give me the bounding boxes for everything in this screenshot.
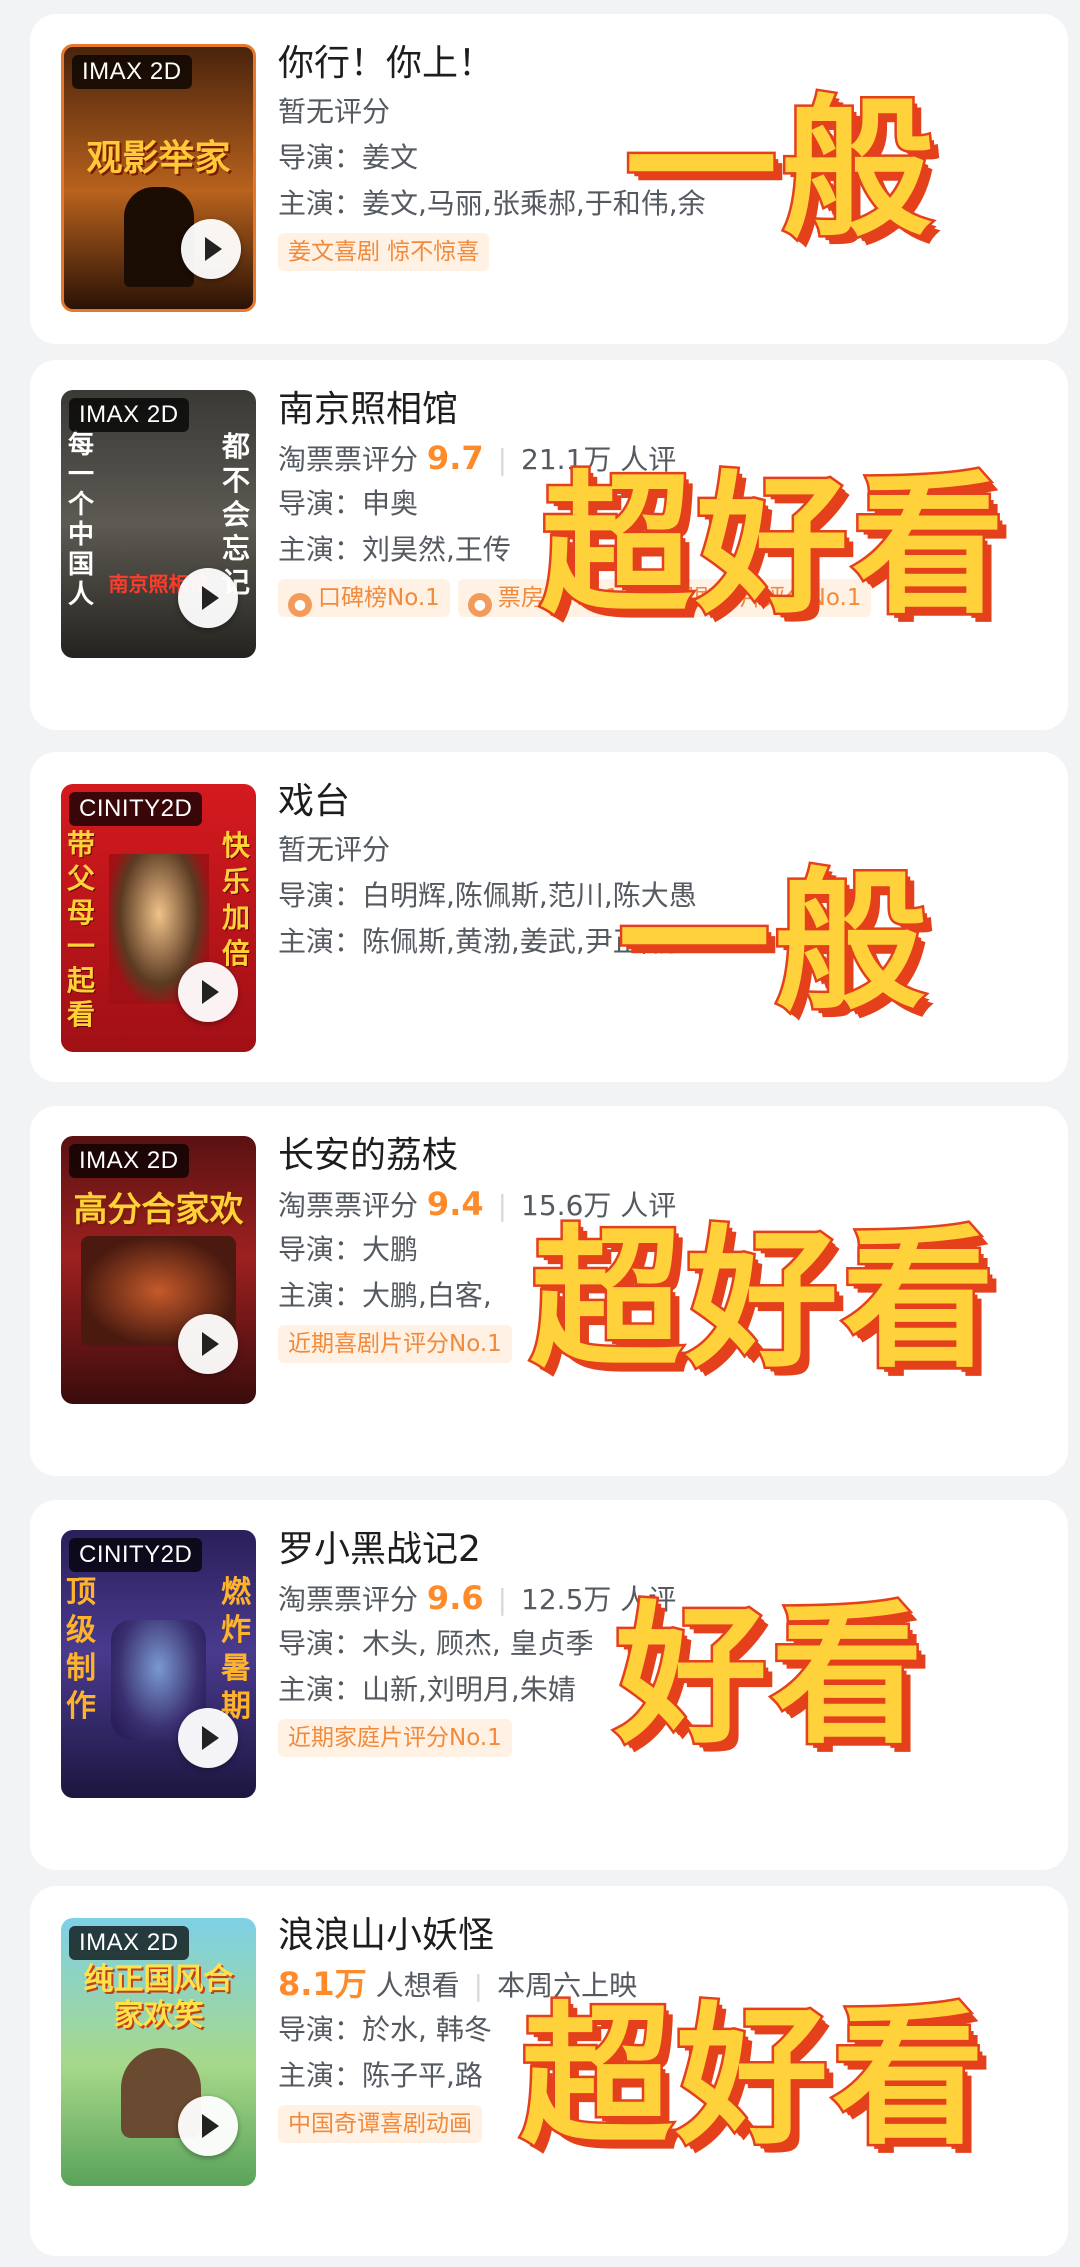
sticker-overlay: 好看 [613,1587,927,1764]
rating-label: 淘票票评分 [278,1583,419,1616]
rating-score: 9.6 [426,1579,484,1617]
no-rating-text: 暂无评分 [278,95,391,128]
movie-tag: 中国奇谭喜剧动画 [278,2105,482,2143]
movie-card[interactable]: 纯正国风合家欢笑 IMAX 2D 浪浪山小妖怪 8.1万 人想看 | 本周六上映 导… [30,1886,1068,2256]
want-count: 8.1万 [278,1965,367,2003]
movie-title[interactable]: 长安的荔枝 [278,1131,1048,1181]
movie-card[interactable]: 每一个中国人 都不会忘记 南京照相馆 IMAX 2D 南京照相馆 淘票票评分 9… [30,360,1068,730]
rating-label: 淘票票评分 [278,443,419,476]
movie-card[interactable]: 顶级制作 燃炸暑期 CINITY2D 罗小黑战记2 淘票票评分 9.6 | 12.5… [30,1500,1068,1870]
cast-names: 大鹏,白客, [362,1279,492,1312]
sticker-overlay: 超好看 [528,1211,998,1388]
poster-vertical-text-right: 燃炸暑期 [221,1575,251,1724]
director-label: 导演： [278,487,363,520]
sticker-overlay: 超好看 [518,1988,988,2165]
cast-label: 主演： [278,1279,363,1312]
divider: | [497,1189,508,1222]
play-button[interactable] [178,568,238,628]
divider: | [497,1583,508,1616]
movie-card[interactable]: 观影举家 IMAX 2D 你行！你上！ 暂无评分 导演：姜文 主演：姜文,马丽,… [30,14,1068,344]
movie-tag: 近期家庭片评分No.1 [278,1719,512,1757]
owl-icon: ● [467,593,492,617]
rating-score: 9.7 [426,439,484,477]
divider: | [473,1969,484,2002]
poster-vertical-text-right: 快乐加倍 [221,829,250,970]
cast-label: 主演： [278,533,363,566]
play-button[interactable] [178,962,238,1022]
rating-label: 淘票票评分 [278,1189,419,1222]
movie-title[interactable]: 南京照相馆 [278,385,1048,435]
cast-names: 刘昊然,王传 [362,533,511,566]
sticker-overlay: 一般 [623,81,937,258]
format-badge: CINITY2D [69,792,203,826]
cast-label: 主演： [278,925,363,958]
play-button[interactable] [181,219,241,279]
director-label: 导演： [278,141,363,174]
rating-score: 9.4 [426,1185,484,1223]
director-label: 导演： [278,2013,363,2046]
movie-tag: 近期喜剧片评分No.1 [278,1325,512,1363]
sticker-overlay: 超好看 [538,457,1008,634]
owl-icon: ● [288,593,312,617]
play-button[interactable] [178,2096,238,2156]
movie-poster[interactable]: 带父母一起看 快乐加倍 CINITY2D [61,784,256,1052]
movie-title[interactable]: 罗小黑战记2 [278,1525,1048,1575]
movie-poster[interactable]: 顶级制作 燃炸暑期 CINITY2D [61,1530,256,1798]
format-badge: IMAX 2D [69,1926,189,1960]
sticker-overlay: 一般 [616,854,930,1031]
poster-caption: 高分合家欢 [73,1190,244,1230]
director-label: 导演： [278,879,363,912]
cast-label: 主演： [278,1673,363,1706]
director-names: 木头, 顾杰, 皇贞季 [362,1627,594,1660]
director-names: 姜文 [362,141,419,174]
movie-tag: 姜文喜剧 惊不惊喜 [278,233,490,271]
movie-poster[interactable]: 每一个中国人 都不会忘记 南京照相馆 IMAX 2D [61,390,256,658]
ranking-tag: ● 口碑榜No.1 [278,579,450,617]
movie-title[interactable]: 浪浪山小妖怪 [278,1911,1048,1961]
format-badge: IMAX 2D [69,398,189,432]
divider: | [497,443,508,476]
no-rating-text: 暂无评分 [278,833,391,866]
cast-names: 山新,刘明月,朱婧 [362,1673,576,1706]
format-badge: IMAX 2D [69,1144,189,1178]
play-button[interactable] [178,1314,238,1374]
format-badge: IMAX 2D [72,55,192,89]
poster-vertical-text-left: 带父母一起看 [66,828,95,1031]
director-label: 导演： [278,1627,363,1660]
poster-caption: 观影举家 [86,138,231,179]
movie-poster[interactable]: 纯正国风合家欢笑 IMAX 2D [61,1918,256,2186]
tag-text: 口碑榜No.1 [318,585,440,611]
cast-label: 主演： [278,187,363,220]
want-label: 人想看 [375,1969,460,2002]
movie-title[interactable]: 戏台 [278,777,1048,827]
movie-card[interactable]: 带父母一起看 快乐加倍 CINITY2D 戏台 暂无评分 导演：白明辉,陈佩斯,… [30,752,1068,1082]
cast-names: 陈子平,路 [362,2059,483,2092]
director-names: 申奥 [362,487,419,520]
director-names: 於水, 韩冬 [362,2013,492,2046]
movie-poster[interactable]: 高分合家欢 IMAX 2D [61,1136,256,1404]
format-badge: CINITY2D [69,1538,203,1572]
director-label: 导演： [278,1233,363,1266]
director-names: 大鹏 [362,1233,419,1266]
poster-caption: 纯正国风合家欢笑 [83,1962,234,2033]
cast-label: 主演： [278,2059,363,2092]
movie-poster[interactable]: 观影举家 IMAX 2D [61,44,256,312]
poster-vertical-text-left: 顶级制作 [66,1575,96,1724]
play-button[interactable] [178,1708,238,1768]
movie-card[interactable]: 高分合家欢 IMAX 2D 长安的荔枝 淘票票评分 9.4 | 15.6万 人评 导… [30,1106,1068,1476]
